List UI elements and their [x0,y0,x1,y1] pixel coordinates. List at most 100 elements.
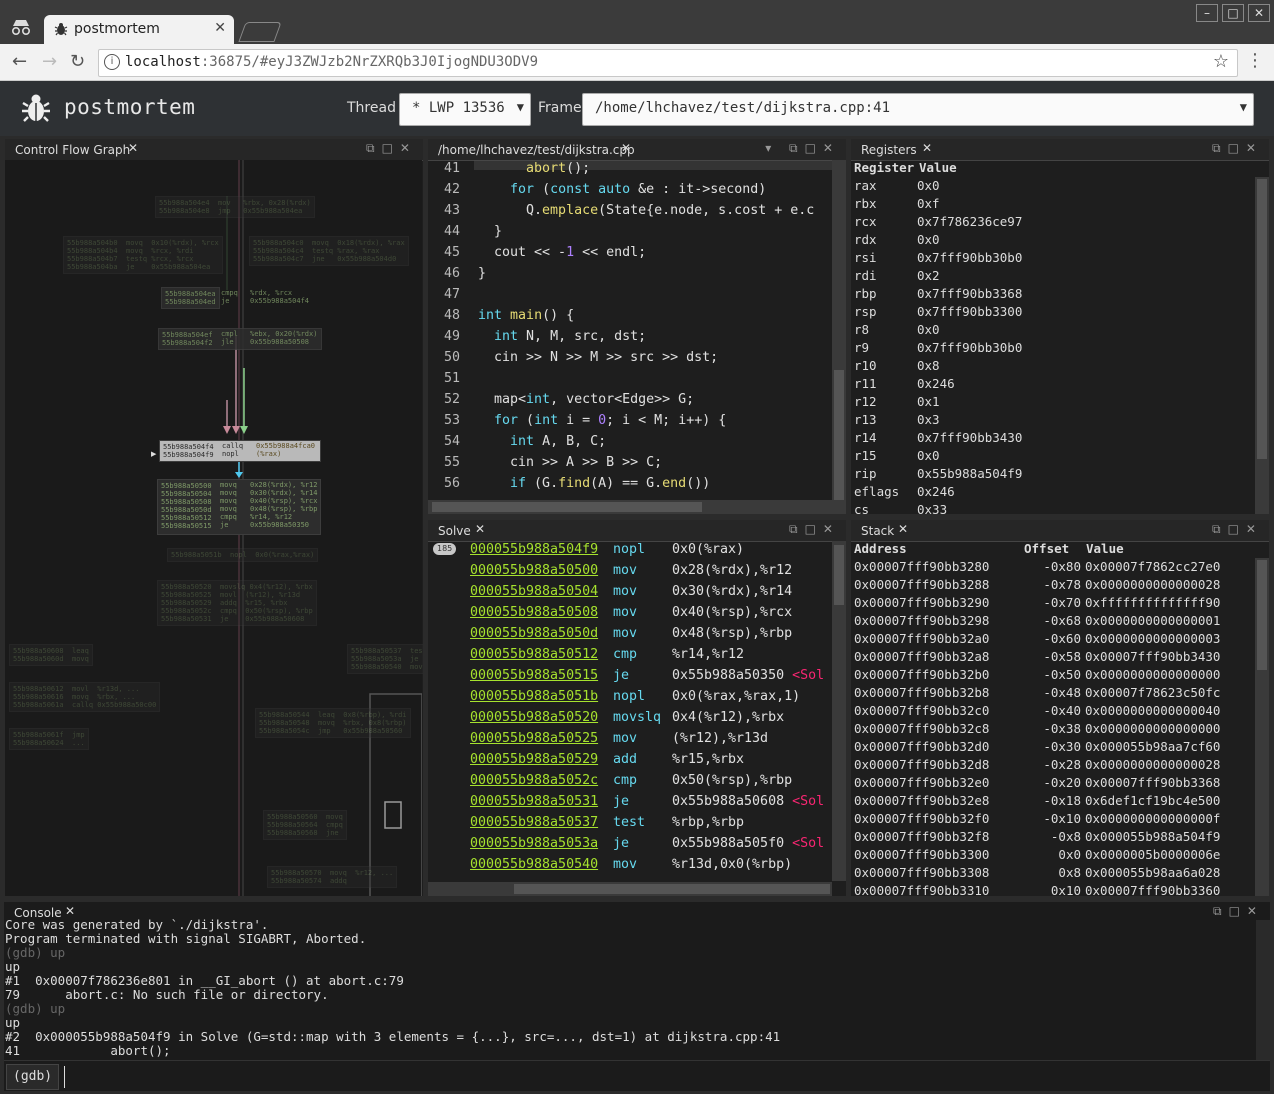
disassembly-row[interactable]: 000055b988a50508 mov 0x40(%rsp),%rcx [428,602,846,623]
instruction-address-link[interactable]: 000055b988a50540 [470,854,598,875]
panel-window-icons[interactable]: ⧉□✕ [1212,141,1263,156]
thread-select[interactable]: * LWP 13536 ▼ [399,93,531,126]
browser-tab[interactable]: postmortem ✕ [44,15,234,44]
panel-window-icons[interactable]: ⧉□✕ [789,522,840,537]
disassembly-row[interactable]: 000055b988a50529 add %r15,%rbx [428,749,846,770]
disassembly-row[interactable]: 000055b988a50520 movslq 0x4(%r12),%rbx [428,707,846,728]
close-icon[interactable]: ✕ [475,522,485,536]
console-input[interactable] [64,1066,1259,1088]
cfg-block[interactable]: 55b988a5061f jmp 55b988a50624 ... [9,728,89,750]
instruction-address-link[interactable]: 000055b988a5051b [470,686,598,707]
instruction-address-link[interactable]: 000055b988a50537 [470,812,598,833]
vertical-scrollbar[interactable] [1255,558,1269,896]
disassembly-row[interactable]: 000055b988a50540 mov %r13d,0x0(%rbp) [428,854,846,875]
star-icon[interactable]: ☆ [1213,51,1229,72]
scrollbar-thumb[interactable] [514,884,830,894]
code-line[interactable]: 51 [428,368,832,389]
instruction-address-link[interactable]: 000055b988a50531 [470,791,598,812]
menu-icon[interactable]: ⋮ [1246,50,1264,71]
horizontal-scrollbar[interactable] [428,500,832,514]
instruction-address-link[interactable]: 000055b988a5053a [470,833,598,854]
reload-icon[interactable]: ↻ [70,51,85,72]
instruction-address-link[interactable]: 000055b988a50508 [470,602,598,623]
disassembly-row[interactable]: 000055b988a50504 mov 0x30(%rdx),%r14 [428,581,846,602]
cfg-block[interactable]: 55b988a504c0 movq 0x18(%rdx), %rax 55b98… [249,236,409,266]
panel-window-icons[interactable]: ⧉□✕ [1213,904,1264,919]
tab-registers[interactable]: Registers ✕ [851,139,937,161]
cfg-block[interactable]: 55b988a50544 leaq 0x8(%rbp), %rdi 55b988… [255,708,411,738]
disassembly-row[interactable]: 000055b988a504f9 nopl 0x0(%rax) [428,539,846,560]
tab-close-icon[interactable]: ✕ [214,20,226,36]
instruction-address-link[interactable]: 000055b988a5050d [470,623,598,644]
cfg-block[interactable]: 55b988a50612 movl %r13d, ... 55b988a5061… [9,682,161,712]
instruction-address-link[interactable]: 000055b988a50529 [470,749,598,770]
cfg-canvas[interactable]: 55b988a504e4 mov %rbx, 0x28(%rdx) 55b988… [5,160,423,896]
code-view[interactable]: 41 abort(); 42 for (const auto &e : it->s… [428,160,832,500]
scrollbar-thumb[interactable] [1257,560,1267,670]
horizontal-scrollbar[interactable] [428,882,832,896]
panel-window-icons[interactable]: ⧉□✕ [1212,522,1263,537]
instruction-address-link[interactable]: 000055b988a50512 [470,644,598,665]
disassembly-row[interactable]: 000055b988a50515 je 0x55b988a50350 <Sol [428,665,846,686]
vertical-scrollbar[interactable] [1256,920,1270,1060]
cfg-block[interactable]: 55b988a504b0 movq 0x10(%rdx), %rcx 55b98… [63,236,223,274]
symbol-ref[interactable]: <Sol [792,668,824,683]
code-line[interactable]: 45 cout << -1 << endl; [428,242,832,263]
code-line[interactable]: 55 cin >> A >> B >> C; [428,452,832,473]
address-bar[interactable]: i localhost:36875/#eyJ3ZWJzb2NrZXRQb3J0I… [98,49,1238,77]
cfg-block[interactable]: 55b988a50608 leaq 55b988a5060d movq [9,644,93,666]
instruction-address-link[interactable]: 000055b988a5052c [470,770,598,791]
code-line[interactable]: 46} [428,263,832,284]
disassembly-row[interactable]: 000055b988a50525 mov (%r12),%r13d [428,728,846,749]
panel-window-icons[interactable]: ⧉□✕ [366,141,417,156]
instruction-address-link[interactable]: 000055b988a50515 [470,665,598,686]
code-line[interactable]: 53 for (int i = 0; i < M; i++) { [428,410,832,431]
code-line[interactable]: 48 int main() { [428,305,832,326]
disassembly-row[interactable]: 000055b988a50537 test %rbp,%rbp [428,812,846,833]
disassembly-row[interactable]: 000055b988a5052c cmp 0x50(%rsp),%rbp [428,770,846,791]
disassembly-row[interactable]: 000055b988a50500 mov 0x28(%rdx),%r12 [428,560,846,581]
scrollbar-thumb[interactable] [1257,179,1267,459]
code-line[interactable]: 54 int A, B, C; [428,431,832,452]
code-line[interactable]: 52 map<int, vector<Edge>> G; [428,389,832,410]
panel-window-icons[interactable]: ▾ ⧉□✕ [765,141,840,156]
instruction-address-link[interactable]: 000055b988a50500 [470,560,598,581]
cfg-block[interactable]: 55b988a50537 testq 55b988a5053a je 55b98… [347,644,423,674]
code-line[interactable]: 42 for (const auto &e : it->second) [428,179,832,200]
tab-stack[interactable]: Stack ✕ [851,520,913,542]
back-icon[interactable]: ← [12,51,27,72]
new-tab-button[interactable] [238,22,282,42]
close-icon[interactable]: ✕ [922,141,932,155]
symbol-ref[interactable]: <Sol [792,836,824,851]
disassembly-row[interactable]: 000055b988a5050d mov 0x48(%rsp),%rbp [428,623,846,644]
disassembly-row[interactable]: 000055b988a5053a je 0x55b988a505f0 <Sol [428,833,846,854]
code-line[interactable]: 44 } [428,221,832,242]
cfg-block[interactable]: 55b988a50560 movq 55b988a50564 cmpq 55b9… [263,810,347,840]
close-icon[interactable]: ✕ [65,904,75,918]
close-window-icon[interactable]: ✕ [1248,4,1270,22]
cfg-block[interactable]: 55b988a504ea 55b988a504ed [161,287,220,309]
tab-source-file[interactable]: /home/lhchavez/test/dijkstra.cpp ✕ [428,139,636,161]
instruction-address-link[interactable]: 000055b988a50504 [470,581,598,602]
cfg-block[interactable]: 55b988a50520 movslq 0x4(%r12), %rbx 55b9… [157,580,317,626]
code-line[interactable]: 49 int N, M, src, dst; [428,326,832,347]
info-icon[interactable]: i [104,54,120,70]
instruction-address-link[interactable]: 000055b988a50520 [470,707,598,728]
code-line[interactable]: 47 [428,284,832,305]
scrollbar-thumb[interactable] [834,370,844,500]
code-line[interactable]: 43 Q.emplace(State{e.node, s.cost + e.c [428,200,832,221]
instruction-address-link[interactable]: 000055b988a50525 [470,728,598,749]
vertical-scrollbar[interactable] [1255,177,1269,514]
disassembly-row[interactable]: 000055b988a5051b nopl 0x0(%rax,%rax,1) [428,686,846,707]
vertical-scrollbar[interactable] [832,541,846,881]
close-icon[interactable]: ✕ [128,141,138,155]
symbol-ref[interactable]: <Sol [792,794,824,809]
forward-icon[interactable]: → [42,51,57,72]
vertical-scrollbar[interactable] [832,160,846,514]
scrollbar-thumb[interactable] [834,545,844,605]
disassembly-row[interactable]: 000055b988a50512 cmp %r14,%r12 [428,644,846,665]
cfg-block[interactable]: 55b988a50570 movq %r12, ... 55b988a50574… [267,866,398,888]
disassembly-row[interactable]: 000055b988a50531 je 0x55b988a50608 <Sol [428,791,846,812]
frame-select[interactable]: /home/lhchavez/test/dijkstra.cpp:41 ▼ [582,93,1254,126]
instruction-address-link[interactable]: 000055b988a504f9 [470,539,598,560]
